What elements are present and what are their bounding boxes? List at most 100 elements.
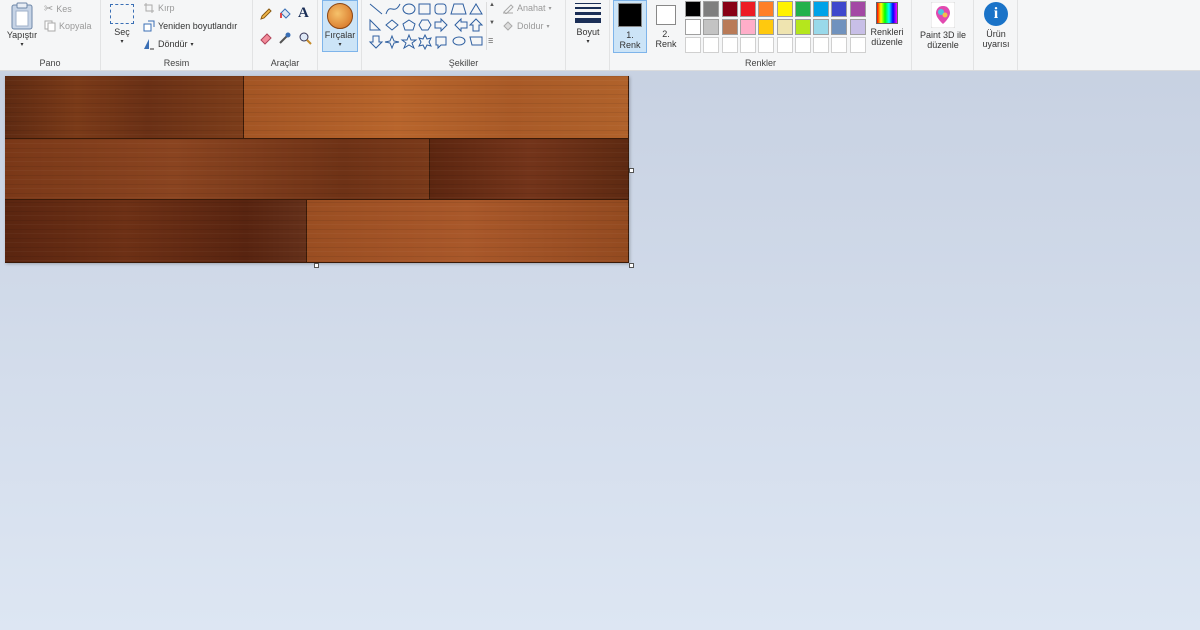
ribbon: Yapıştır ▾ ✂ Kes Kopyala Pano Seç ▾ Kırp… bbox=[0, 0, 1200, 71]
custom-color-swatch[interactable] bbox=[849, 37, 866, 53]
paint3d-button[interactable]: Paint 3D ile düzenle bbox=[915, 2, 971, 50]
size-button[interactable]: Boyut ▾ bbox=[570, 3, 606, 47]
fill-label: Doldur bbox=[517, 21, 544, 31]
copy-icon bbox=[44, 20, 56, 32]
color1-swatch bbox=[618, 3, 642, 27]
custom-color-swatch[interactable] bbox=[813, 37, 830, 53]
size-label: Boyut bbox=[576, 27, 600, 37]
expand-icon[interactable]: ☰ bbox=[488, 38, 493, 45]
brushes-label: Fırçalar bbox=[324, 30, 356, 40]
palette-swatch[interactable] bbox=[831, 19, 848, 35]
palette-swatch[interactable] bbox=[813, 19, 830, 35]
product-alert-group: i Ürün uyarısı bbox=[974, 0, 1018, 70]
image-group-label: Resim bbox=[163, 58, 190, 68]
clipboard-group: Yapıştır ▾ ✂ Kes Kopyala Pano bbox=[0, 0, 101, 70]
paste-button[interactable]: Yapıştır ▾ bbox=[4, 2, 40, 50]
color2-label-line1: 2. bbox=[662, 29, 670, 39]
colors-group-label: Renkler bbox=[744, 58, 776, 68]
palette-swatch[interactable] bbox=[849, 19, 866, 35]
custom-color-swatch[interactable] bbox=[703, 37, 720, 53]
chevron-down-icon: ▾ bbox=[120, 39, 124, 45]
custom-color-swatch[interactable] bbox=[776, 37, 793, 53]
crop-button[interactable]: Kırp bbox=[143, 2, 175, 14]
rotate-label: Döndür bbox=[158, 39, 188, 49]
text-tool-icon[interactable]: A bbox=[298, 5, 309, 22]
edit-colors-label-line2: düzenle bbox=[871, 37, 903, 47]
shapes-scroll[interactable]: ▲ ▼ ☰ bbox=[486, 2, 496, 50]
palette-swatch[interactable] bbox=[703, 19, 720, 35]
resize-handle-bottom[interactable] bbox=[314, 263, 319, 268]
scroll-down-icon[interactable]: ▼ bbox=[489, 20, 495, 26]
eraser-icon[interactable] bbox=[259, 31, 273, 45]
rotate-button[interactable]: Döndür ▾ bbox=[143, 38, 194, 50]
resize-icon bbox=[143, 20, 155, 32]
chevron-down-icon: ▾ bbox=[548, 5, 552, 12]
custom-color-swatch[interactable] bbox=[794, 37, 811, 53]
custom-color-swatch[interactable] bbox=[721, 37, 738, 53]
color1-label-line1: 1. bbox=[626, 30, 634, 40]
palette-swatch[interactable] bbox=[776, 19, 793, 35]
fill-button[interactable]: Doldur ▾ bbox=[502, 20, 550, 32]
shapes-group: ▲ ▼ ☰ Anahat ▾ Doldur ▾ Şekiller bbox=[362, 0, 566, 70]
resize-button[interactable]: Yeniden boyutlandır bbox=[143, 20, 237, 32]
canvas-image[interactable] bbox=[5, 76, 629, 263]
paste-label: Yapıştır bbox=[6, 30, 38, 40]
chevron-down-icon: ▾ bbox=[546, 23, 550, 30]
custom-color-swatch[interactable] bbox=[685, 37, 701, 53]
pencil-icon[interactable] bbox=[259, 7, 273, 21]
palette-swatch[interactable] bbox=[739, 1, 756, 17]
chevron-down-icon: ▾ bbox=[20, 42, 24, 48]
custom-color-swatch[interactable] bbox=[739, 37, 756, 53]
outline-label: Anahat bbox=[517, 3, 546, 13]
line-width-icon bbox=[575, 3, 601, 23]
palette-swatch[interactable] bbox=[721, 19, 738, 35]
magnifier-icon[interactable] bbox=[298, 31, 312, 45]
paint3d-icon bbox=[931, 2, 955, 28]
palette-swatch[interactable] bbox=[739, 19, 756, 35]
custom-color-swatch[interactable] bbox=[758, 37, 775, 53]
palette-swatch[interactable] bbox=[849, 1, 866, 17]
brushes-button[interactable]: Fırçalar ▾ bbox=[322, 0, 358, 52]
palette-swatch[interactable] bbox=[776, 1, 793, 17]
resize-handle-right[interactable] bbox=[629, 168, 634, 173]
palette-swatch[interactable] bbox=[758, 19, 775, 35]
palette-swatch[interactable] bbox=[794, 1, 811, 17]
color2-swatch bbox=[656, 5, 676, 25]
color-picker-icon[interactable] bbox=[278, 31, 292, 45]
brush-icon bbox=[327, 3, 353, 29]
custom-color-swatch[interactable] bbox=[831, 37, 848, 53]
product-alert-button[interactable]: i Ürün uyarısı bbox=[976, 2, 1016, 49]
color-palette bbox=[685, 0, 869, 54]
palette-swatch[interactable] bbox=[685, 1, 701, 17]
product-alert-label-line1: Ürün bbox=[986, 29, 1006, 39]
palette-swatch[interactable] bbox=[813, 1, 830, 17]
outline-icon bbox=[503, 4, 514, 14]
scroll-up-icon[interactable]: ▲ bbox=[489, 2, 495, 8]
tools-group-label: Araçlar bbox=[270, 58, 300, 68]
info-icon: i bbox=[984, 2, 1008, 26]
palette-swatch[interactable] bbox=[703, 1, 720, 17]
shapes-gallery[interactable] bbox=[368, 2, 492, 50]
select-button[interactable]: Seç ▾ bbox=[105, 4, 139, 47]
select-label: Seç bbox=[114, 27, 130, 37]
resize-label: Yeniden boyutlandır bbox=[158, 21, 238, 31]
color1-button[interactable]: 1. Renk bbox=[613, 0, 647, 53]
outline-button[interactable]: Anahat ▾ bbox=[502, 2, 552, 14]
cut-button[interactable]: ✂ Kes bbox=[44, 2, 72, 15]
resize-handle-corner[interactable] bbox=[629, 263, 634, 268]
fill-icon bbox=[503, 21, 513, 31]
paint3d-label-line2: düzenle bbox=[927, 40, 959, 50]
palette-swatch[interactable] bbox=[721, 1, 738, 17]
selection-icon bbox=[110, 4, 134, 24]
edit-colors-button[interactable]: Renkleri düzenle bbox=[868, 2, 906, 47]
chevron-down-icon: ▾ bbox=[338, 42, 342, 48]
clipboard-icon bbox=[11, 2, 33, 30]
color2-button[interactable]: 2. Renk bbox=[650, 0, 682, 53]
paint3d-group: Paint 3D ile düzenle bbox=[912, 0, 974, 70]
palette-swatch[interactable] bbox=[794, 19, 811, 35]
palette-swatch[interactable] bbox=[831, 1, 848, 17]
copy-button[interactable]: Kopyala bbox=[44, 20, 92, 32]
palette-swatch[interactable] bbox=[758, 1, 775, 17]
palette-swatch[interactable] bbox=[685, 19, 701, 35]
fill-bucket-icon[interactable] bbox=[278, 7, 292, 21]
